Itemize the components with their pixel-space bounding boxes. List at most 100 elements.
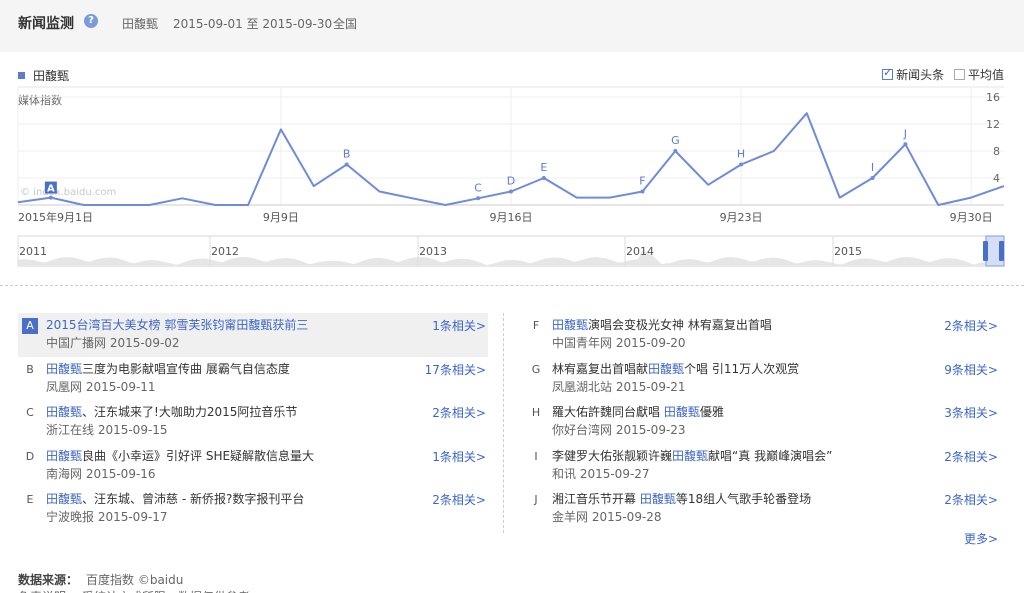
headline-keyword: 田馥甄 (552, 318, 589, 332)
date-range[interactable]: 2015-09-01 至 2015-09-30 (173, 15, 332, 32)
news-source: 浙江在线 2015-09-15 (46, 423, 168, 437)
news-source: 中国广播网 2015-09-02 (46, 336, 180, 350)
overview-year-label: 2013 (419, 245, 447, 258)
related-link[interactable]: 2条相关> (944, 317, 998, 334)
related-link[interactable]: 2条相关> (432, 491, 486, 508)
news-source: 凤凰湖北站 2015-09-21 (552, 379, 686, 394)
keyword-label: 田馥甄 (122, 17, 159, 31)
annotation-point (739, 162, 744, 167)
news-item-e[interactable]: E 田馥甄、汪东城、曾沛慈 - 新侨报?数字报刊平台 宁波晚报 2015-09-17… (18, 487, 488, 531)
headline-keyword: 田馥甄 (639, 492, 676, 506)
annotation-label: D (507, 175, 515, 188)
headline-keyword: 田馥甄 (648, 361, 685, 376)
headline-post: 2015台湾百大美女榜 郭雪芙张钧甯田馥甄获前三 (46, 318, 309, 332)
news-headline[interactable]: 田馥甄、汪东城、曾沛慈 - 新侨报?数字报刊平台 (46, 490, 488, 508)
headline-pre: 李健罗大佑张靓颖许巍 (552, 448, 673, 463)
more-link[interactable]: 更多> (964, 530, 998, 547)
news-item-j[interactable]: J 湘江音乐节开幕 田馥甄等18组人气歌手轮番登场 金羊网 2015-09-28 2条… (524, 487, 1000, 531)
news-list-left: A 2015台湾百大美女榜 郭雪芙张钧甯田馥甄获前三 中国广播网 2015-09-0… (18, 313, 488, 531)
annotation-label: F (639, 175, 645, 188)
related-link[interactable]: 9条相关> (944, 361, 998, 378)
overview-year-label: 2014 (626, 245, 654, 258)
annotation-label: H (737, 148, 745, 161)
annotation-label: C (474, 181, 482, 194)
news-source: 金羊网 2015-09-28 (552, 510, 662, 524)
x-tick-label: 9月30日 (950, 211, 993, 224)
region-label[interactable]: 全国 (333, 15, 357, 32)
news-item-d[interactable]: D 田馥甄良曲《小幸运》引好评 SHE疑解散信息量大 南海网 2015-09-16 1… (18, 444, 488, 488)
headline-post: 演唱会变极光女神 林宥嘉复出首唱 (588, 318, 772, 332)
news-marker: E (26, 493, 34, 506)
news-item-g[interactable]: G 林宥嘉复出首唱献田馥甄个唱 引11万人次观赏 凤凰湖北站 2015-09-21 9… (524, 357, 1000, 401)
news-headline[interactable]: 李健罗大佑张靓颖许巍田馥甄献唱“真 我巅峰演唱会” (552, 447, 1000, 465)
related-link[interactable]: 17条相关> (425, 361, 486, 378)
overview-handle-right (999, 241, 1004, 261)
news-headline[interactable]: 羅大佑許魏同台獻唱 田馥甄優雅 (552, 403, 1000, 421)
overview-year-label: 2015 (834, 245, 862, 258)
news-source: 中国青年网 2015-09-20 (552, 336, 686, 350)
related-link[interactable]: 1条相关> (432, 448, 486, 465)
headline-keyword: 田馥甄 (46, 361, 83, 376)
section-divider (0, 285, 1024, 286)
annotation-label: I (871, 161, 874, 174)
news-item-f[interactable]: F 田馥甄演唱会变极光女神 林宥嘉复出首唱 中国青年网 2015-09-20 2条相关… (524, 313, 1000, 357)
y-tick-label: 4 (993, 172, 1000, 185)
news-item-i[interactable]: I 李健罗大佑张靓颖许巍田馥甄献唱“真 我巅峰演唱会” 和讯 2015-09-27 2… (524, 444, 1000, 488)
related-link[interactable]: 1条相关> (432, 317, 486, 334)
headline-post: 献唱“真 我巅峰演唱会” (708, 448, 833, 463)
headline-keyword: 田馥甄 (46, 492, 83, 506)
y-tick-label: 16 (986, 91, 1000, 104)
headline-keyword: 田馥甄 (663, 405, 700, 419)
news-marker: I (534, 449, 538, 463)
headline-post: 个唱 引11万人次观赏 (684, 361, 800, 376)
news-headline[interactable]: 田馥甄、汪东城来了!大咖助力2015阿拉音乐节 (46, 403, 488, 421)
related-link[interactable]: 2条相关> (944, 448, 998, 465)
headline-pre: 林宥嘉复出首唱献 (552, 361, 649, 376)
news-marker: B (26, 362, 34, 376)
related-link[interactable]: 2条相关> (432, 404, 486, 421)
annotation-point (476, 196, 481, 201)
news-item-c[interactable]: C 田馥甄、汪东城来了!大咖助力2015阿拉音乐节 浙江在线 2015-09-15 2… (18, 400, 488, 444)
news-headline[interactable]: 田馥甄三度为电影献唱宣传曲 展霸气自信态度 (46, 360, 488, 378)
news-headline[interactable]: 田馥甄良曲《小幸运》引好评 SHE疑解散信息量大 (46, 447, 488, 465)
x-tick-label: 9月16日 (490, 211, 533, 224)
news-item-h[interactable]: H 羅大佑許魏同台獻唱 田馥甄優雅 你好台湾网 2015-09-23 3条相关> (524, 400, 1000, 444)
x-tick-label: 9月23日 (720, 211, 763, 224)
news-list-right: F 田馥甄演唱会变极光女神 林宥嘉复出首唱 中国青年网 2015-09-20 2条相关… (524, 313, 1000, 531)
news-source: 你好台湾网 2015-09-23 (552, 423, 686, 437)
annotation-point (903, 142, 908, 147)
related-link[interactable]: 2条相关> (944, 491, 998, 508)
annotation-label: G (671, 134, 680, 147)
news-source: 和讯 2015-09-27 (552, 466, 650, 481)
headline-post: 、汪东城、曾沛慈 - 新侨报?数字报刊平台 (82, 492, 305, 506)
headline-keyword: 田馥甄 (672, 448, 709, 463)
headline-post: 、汪东城来了!大咖助力2015阿拉音乐节 (82, 405, 298, 419)
news-source: 南海网 2015-09-16 (46, 466, 156, 481)
annotation-point (48, 195, 53, 200)
annotation-point (344, 162, 349, 167)
column-divider (503, 313, 504, 533)
news-source: 凤凰网 2015-09-11 (46, 379, 156, 394)
annotation-label: B (343, 148, 351, 161)
annotation-point (673, 149, 678, 153)
annotation-point (509, 189, 513, 194)
footer-source-label: 数据来源： (18, 573, 79, 587)
news-item-b[interactable]: B 田馥甄三度为电影献唱宣传曲 展霸气自信态度 凤凰网 2015-09-11 17条相… (18, 357, 488, 401)
news-marker: G (531, 362, 541, 376)
related-link[interactable]: 3条相关> (944, 404, 998, 421)
overview-handle-left (983, 241, 988, 261)
annotation-label: J (903, 127, 907, 140)
headline-post: 三度为电影献唱宣传曲 展霸气自信态度 (82, 361, 290, 376)
footer-source: 数据来源： 百度指数 ©baidu (18, 571, 183, 588)
footer-source-value: 百度指数 ©baidu (86, 573, 184, 587)
news-headline[interactable]: 林宥嘉复出首唱献田馥甄个唱 引11万人次观赏 (552, 360, 1000, 378)
page-title: 新闻监测 (18, 16, 74, 32)
news-headline[interactable]: 2015台湾百大美女榜 郭雪芙张钧甯田馥甄获前三 (46, 316, 488, 334)
help-icon[interactable]: ? (84, 14, 98, 28)
news-headline[interactable]: 湘江音乐节开幕 田馥甄等18组人气歌手轮番登场 (552, 490, 1000, 508)
news-headline[interactable]: 田馥甄演唱会变极光女神 林宥嘉复出首唱 (552, 316, 1000, 334)
news-marker: A (22, 318, 38, 334)
overview-year-label: 2011 (19, 245, 47, 258)
annotation-point (640, 189, 645, 194)
news-item-a[interactable]: A 2015台湾百大美女榜 郭雪芙张钧甯田馥甄获前三 中国广播网 2015-09-0… (18, 313, 488, 357)
